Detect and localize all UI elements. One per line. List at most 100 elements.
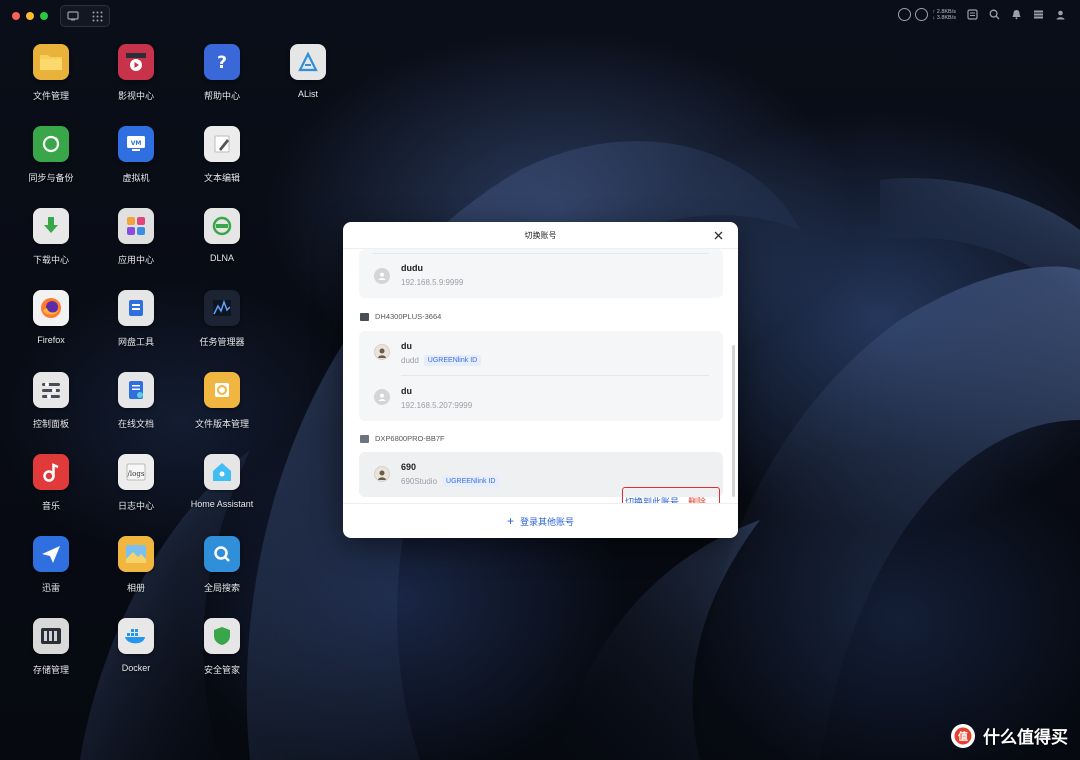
desktop-app-app-center[interactable]: 应用中心 bbox=[93, 208, 179, 266]
desktop-app-label: 帮助中心 bbox=[203, 91, 240, 101]
desktop-app-help[interactable]: ? 帮助中心 bbox=[179, 44, 265, 102]
account-address: dudd UGREENlink ID bbox=[401, 355, 482, 366]
desktop-app-firefox[interactable]: Firefox bbox=[8, 290, 94, 345]
desktop-app-control-panel[interactable]: 控制面板 bbox=[8, 372, 94, 430]
maximize-window-button[interactable] bbox=[40, 12, 48, 20]
minimize-window-button[interactable] bbox=[26, 12, 34, 20]
ugreenlink-badge: UGREENlink ID bbox=[442, 476, 500, 487]
desktop-app-home-assistant[interactable]: Home Assistant bbox=[179, 454, 265, 509]
user-photo-avatar bbox=[374, 466, 390, 482]
status-area: ↑ 2.8KB/s ↓ 3.8KB/s bbox=[898, 8, 1066, 21]
default-avatar-icon bbox=[374, 268, 390, 284]
task-manager-icon bbox=[204, 290, 240, 326]
svg-text:?: ? bbox=[217, 53, 227, 73]
account-name: du bbox=[401, 341, 412, 351]
widget-icon[interactable] bbox=[966, 9, 978, 21]
desktop-app-label: 文本编辑 bbox=[203, 173, 240, 183]
desktop-app-docker[interactable]: Docker bbox=[93, 618, 179, 673]
desktop-app-label: 全局搜索 bbox=[203, 583, 240, 593]
watermark-logo-icon: 值 bbox=[951, 723, 975, 748]
desktop-app-text-editor[interactable]: 文本编辑 bbox=[179, 126, 265, 184]
ugreenlink-badge: UGREENlink ID bbox=[423, 355, 482, 366]
desktop-app-global-search[interactable]: 全局搜索 bbox=[179, 536, 265, 594]
music-icon bbox=[33, 454, 69, 490]
window-controls bbox=[12, 12, 48, 20]
network-rates: ↑ 2.8KB/s ↓ 3.8KB/s bbox=[932, 9, 956, 21]
resource-monitor[interactable]: ↑ 2.8KB/s ↓ 3.8KB/s bbox=[898, 8, 956, 21]
desktop-switcher bbox=[60, 5, 110, 27]
account-name: dudu bbox=[401, 263, 423, 273]
desktop-app-label: 文件管理 bbox=[32, 91, 69, 101]
help-icon: ? bbox=[204, 44, 240, 80]
switch-to-account-button[interactable]: 切换到此账号 bbox=[625, 495, 679, 503]
folder-icon bbox=[33, 44, 69, 80]
account-row[interactable]: du dudd UGREENlink ID bbox=[359, 331, 723, 375]
login-other-account-button[interactable]: + 登录其他账号 bbox=[343, 503, 738, 538]
desktop-app-thunder-bird[interactable]: 迅雷 bbox=[8, 536, 94, 594]
desktop-icon[interactable] bbox=[67, 10, 79, 22]
app-grid-icon[interactable] bbox=[91, 10, 103, 22]
user-photo-avatar bbox=[374, 344, 390, 360]
desktop-app-label: 虚拟机 bbox=[122, 173, 150, 183]
desktop-app-task-manager[interactable]: 任务管理器 bbox=[179, 290, 265, 348]
desktop-app-label: 应用中心 bbox=[117, 255, 154, 265]
search-icon[interactable] bbox=[988, 9, 1000, 21]
user-avatar-icon[interactable] bbox=[1054, 9, 1066, 21]
account-sub-text: dudd bbox=[401, 356, 419, 365]
desktop-app-label: 文件版本管理 bbox=[194, 419, 249, 429]
logs-icon: /logs bbox=[118, 454, 154, 490]
home-assistant-icon bbox=[204, 454, 240, 490]
desktop-app-label: AList bbox=[297, 89, 318, 99]
desktop-app-storage[interactable]: 存储管理 bbox=[8, 618, 94, 676]
desktop-app-file-version[interactable]: 文件版本管理 bbox=[179, 372, 265, 430]
storage-icon bbox=[33, 618, 69, 654]
device-label: DH4300PLUS-3664 bbox=[360, 312, 441, 321]
desktop-app-logs[interactable]: /logs 日志中心 bbox=[93, 454, 179, 512]
account-row[interactable]: dudu 192.168.5.9:9999 bbox=[359, 254, 723, 298]
desktop-app-label: 任务管理器 bbox=[199, 337, 245, 347]
svg-text:VM: VM bbox=[131, 140, 142, 147]
desktop-app-vm[interactable]: VM 虚拟机 bbox=[93, 126, 179, 184]
plus-icon: + bbox=[506, 514, 514, 528]
desktop-app-dlna[interactable]: DLNA bbox=[179, 208, 265, 263]
delete-account-button[interactable]: 删除 bbox=[688, 495, 706, 503]
desktop-app-download[interactable]: 下载中心 bbox=[8, 208, 94, 266]
close-icon[interactable] bbox=[712, 229, 724, 241]
desktop-app-cloud-drive[interactable]: 网盘工具 bbox=[93, 290, 179, 348]
desktop-app-label: 在线文档 bbox=[117, 419, 154, 429]
desktop-app-label: 存储管理 bbox=[32, 665, 69, 675]
download-icon bbox=[33, 208, 69, 244]
desktop-app-security-shield[interactable]: 安全管家 bbox=[179, 618, 265, 676]
photos-icon bbox=[118, 536, 154, 572]
desktop-app-video[interactable]: 影视中心 bbox=[93, 44, 179, 102]
cloud-drive-icon bbox=[118, 290, 154, 326]
desktop-app-music[interactable]: 音乐 bbox=[8, 454, 94, 512]
desktop-app-label: 安全管家 bbox=[203, 665, 240, 675]
default-avatar-icon bbox=[374, 389, 390, 405]
file-version-icon bbox=[204, 372, 240, 408]
dlna-icon bbox=[204, 208, 240, 244]
security-shield-icon bbox=[204, 618, 240, 654]
desktop-app-label: 迅雷 bbox=[41, 583, 60, 593]
desktop-app-label: 音乐 bbox=[41, 501, 60, 511]
desktop-app-alist[interactable]: AList bbox=[265, 44, 351, 99]
account-name: du bbox=[401, 386, 412, 396]
account-address: 690Studio UGREENlink ID bbox=[401, 476, 500, 487]
watermark-logo-glyph: 值 bbox=[958, 730, 968, 743]
desktop-app-online-doc[interactable]: 在线文档 bbox=[93, 372, 179, 430]
account-sub-text: 192.168.5.207:9999 bbox=[401, 401, 473, 410]
nas-device-icon bbox=[360, 434, 369, 443]
account-row[interactable]: du 192.168.5.207:9999 bbox=[359, 376, 723, 420]
settings-list-icon[interactable] bbox=[1032, 9, 1044, 21]
login-other-account-label: 登录其他账号 bbox=[520, 516, 575, 527]
desktop-app-label: 控制面板 bbox=[32, 419, 69, 429]
switch-account-dialog: 切换账号 dudu 192.168.5.9:9999 DH4300PLUS-36… bbox=[343, 222, 738, 538]
desktop-app-photos[interactable]: 相册 bbox=[93, 536, 179, 594]
scrollbar-thumb[interactable] bbox=[732, 345, 735, 497]
account-list[interactable]: dudu 192.168.5.9:9999 DH4300PLUS-3664 du… bbox=[343, 249, 738, 503]
desktop-app-folder[interactable]: 文件管理 bbox=[8, 44, 94, 102]
notification-bell-icon[interactable] bbox=[1010, 9, 1022, 21]
desktop-app-sync[interactable]: 同步与备份 bbox=[8, 126, 94, 184]
online-doc-icon bbox=[118, 372, 154, 408]
close-window-button[interactable] bbox=[12, 12, 20, 20]
